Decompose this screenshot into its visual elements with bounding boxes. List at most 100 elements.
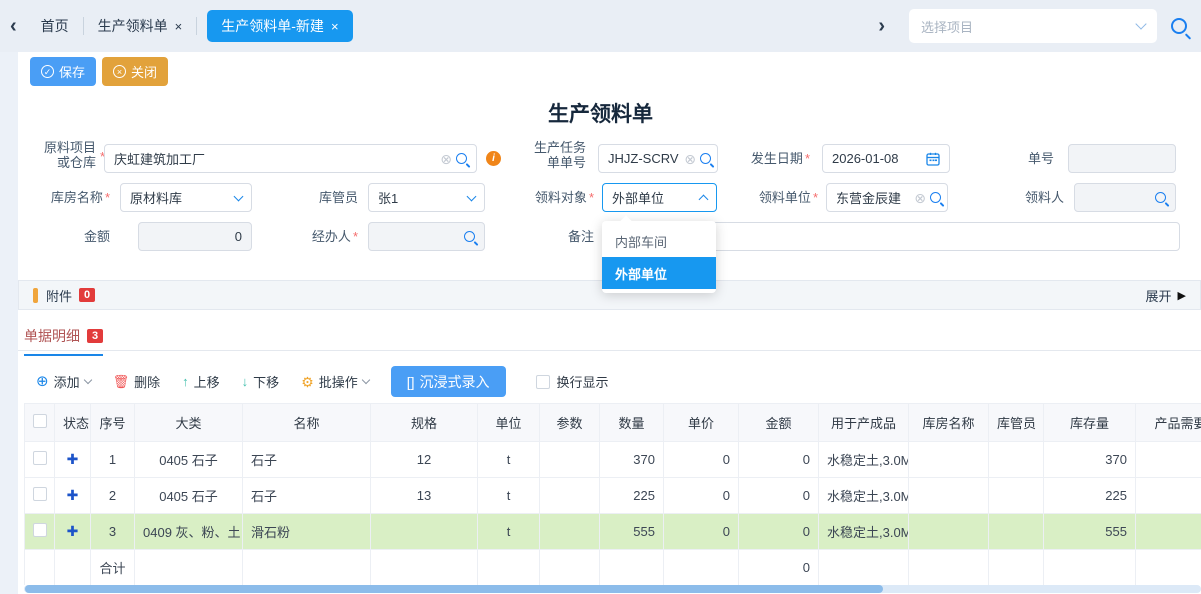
receiver-input[interactable] [1074, 183, 1176, 212]
search-icon[interactable] [1171, 18, 1187, 34]
col-seq: 序号 [91, 404, 135, 442]
tab-divider [196, 17, 197, 35]
warehouse-name-value: 原材料库 [130, 188, 182, 207]
col-need: 产品需要 [1136, 404, 1201, 442]
material-project-value: 庆虹建筑加工厂 [114, 149, 205, 168]
wrap-display-label: 换行显示 [557, 372, 609, 391]
label-material-project: * 原料项目 或仓库 [26, 140, 96, 170]
material-project-input[interactable]: 庆虹建筑加工厂 ⊗ [104, 144, 477, 173]
task-no-input[interactable]: JHJZ-SCRV ⊗ [598, 144, 718, 173]
expand-toggle[interactable]: 展开 ▶ [1146, 286, 1186, 305]
close-circle-icon: × [113, 65, 126, 78]
table-row[interactable]: ✚ 1 0405 石子 石子 12 t 370 0 0 水稳定土,3.0M 37… [25, 442, 1201, 478]
table-header-row: 状态 序号 大类 名称 规格 单位 参数 数量 单价 金额 用于产成品 库房名称… [25, 404, 1201, 442]
table-toolbar: ⊕ 添加 🗑 删除 ↑ 上移 ↓ 下移 ⚙ 批操作 [] 沉浸式录入 换行显示 [36, 366, 609, 397]
table-row-selected[interactable]: ✚ 3 0409 灰、粉、土 滑石粉 t 555 0 0 水稳定土,3.0M 5… [25, 514, 1201, 550]
detail-count-badge: 3 [87, 329, 103, 343]
tab-detail[interactable]: 单据明细 3 [24, 326, 103, 356]
clear-icon[interactable]: ⊗ [440, 152, 452, 166]
arrow-down-icon: ↓ [242, 374, 249, 389]
horizontal-scrollbar-thumb[interactable] [25, 585, 883, 593]
col-price: 单价 [664, 404, 739, 442]
calendar-icon[interactable] [926, 152, 940, 166]
left-edge-strip [0, 52, 18, 594]
search-icon[interactable] [930, 192, 941, 203]
save-button[interactable]: ✓ 保存 [30, 57, 96, 86]
move-up-button[interactable]: ↑ 上移 [182, 372, 220, 391]
row-checkbox[interactable] [33, 523, 47, 537]
project-select-placeholder: 选择项目 [921, 17, 973, 36]
gear-icon: ⚙ [301, 375, 314, 389]
label-warehouse-name: 库房名称 [28, 190, 110, 205]
date-input[interactable]: 2026-01-08 [822, 144, 950, 173]
date-value: 2026-01-08 [832, 151, 899, 166]
col-param: 参数 [540, 404, 600, 442]
add-button[interactable]: ⊕ 添加 [36, 372, 91, 391]
total-amount: 0 [739, 550, 819, 586]
receive-unit-value: 东营金辰建 [836, 188, 901, 207]
col-spec: 规格 [371, 404, 478, 442]
batch-ops-button[interactable]: ⚙ 批操作 [301, 372, 369, 391]
tab-home[interactable]: 首页 [27, 10, 83, 42]
trash-icon: 🗑 [113, 374, 130, 390]
warehouse-keeper-select[interactable]: 张1 [368, 183, 485, 212]
info-icon[interactable]: i [486, 151, 501, 166]
dropdown-option-external-selected[interactable]: 外部单位 [602, 257, 716, 289]
attachment-label: 附件 [46, 286, 72, 305]
close-button-label: 关闭 [131, 62, 157, 81]
search-icon[interactable] [464, 231, 475, 242]
row-checkbox[interactable] [33, 451, 47, 465]
search-icon[interactable] [456, 153, 467, 164]
row-status-plus-icon[interactable]: ✚ [55, 442, 91, 478]
tab-requisition-new-active[interactable]: 生产领料单-新建 × [207, 10, 352, 42]
search-icon[interactable] [1155, 192, 1166, 203]
table-row[interactable]: ✚ 2 0405 石子 石子 13 t 225 0 0 水稳定土,3.0M 22… [25, 478, 1201, 514]
horizontal-scrollbar-track[interactable] [24, 585, 1201, 593]
page-title: 生产领料单 [0, 98, 1201, 128]
dropdown-option-internal[interactable]: 内部车间 [602, 225, 716, 257]
search-icon[interactable] [700, 153, 711, 164]
col-status: 状态 [55, 404, 91, 442]
col-name: 名称 [243, 404, 371, 442]
receive-target-select[interactable]: 外部单位 [602, 183, 717, 212]
label-receiver: 领料人 [1012, 190, 1064, 205]
tabs-forward-icon[interactable]: › [868, 16, 895, 36]
label-amount: 金额 [58, 229, 110, 244]
row-status-plus-icon[interactable]: ✚ [55, 478, 91, 514]
task-no-value: JHJZ-SCRV [608, 151, 679, 166]
receive-target-value: 外部单位 [612, 188, 664, 207]
wrap-display-checkbox[interactable]: 换行显示 [536, 372, 609, 391]
row-checkbox[interactable] [33, 487, 47, 501]
warehouse-name-select[interactable]: 原材料库 [120, 183, 252, 212]
clear-icon[interactable]: ⊗ [684, 152, 696, 166]
top-tab-bar: ‹ 首页 生产领料单 × 生产领料单-新建 × › 选择项目 [0, 0, 1201, 52]
label-date: 发生日期 [742, 151, 810, 166]
tabs-back-icon[interactable]: ‹ [0, 16, 27, 36]
tab-detail-label: 单据明细 [24, 326, 80, 346]
receive-unit-input[interactable]: 东营金辰建 ⊗ [826, 183, 948, 212]
tab-close-icon[interactable]: × [175, 19, 183, 34]
col-product: 用于产成品 [819, 404, 909, 442]
attachment-count-badge: 0 [79, 288, 95, 302]
immersive-entry-button[interactable]: [] 沉浸式录入 [391, 366, 506, 397]
row-status-plus-icon[interactable]: ✚ [55, 514, 91, 550]
expand-arrow-icon: ▶ [1178, 289, 1186, 302]
tab-requisition-list[interactable]: 生产领料单 × [84, 10, 197, 42]
select-all-checkbox[interactable] [33, 414, 47, 428]
close-button[interactable]: × 关闭 [102, 57, 168, 86]
move-down-button[interactable]: ↓ 下移 [242, 372, 280, 391]
tab-home-label: 首页 [41, 16, 69, 36]
receive-target-dropdown: 内部车间 外部单位 [602, 221, 716, 293]
checkbox-icon[interactable] [536, 375, 550, 389]
check-circle-icon: ✓ [41, 65, 54, 78]
detail-table: 状态 序号 大类 名称 规格 单位 参数 数量 单价 金额 用于产成品 库房名称… [24, 403, 1201, 585]
handler-input[interactable] [368, 222, 485, 251]
project-select[interactable]: 选择项目 [909, 9, 1157, 43]
label-receive-target: 领料对象 [526, 190, 594, 205]
clear-icon[interactable]: ⊗ [914, 191, 926, 205]
col-unit: 单位 [478, 404, 540, 442]
plus-circle-icon: ⊕ [36, 374, 49, 389]
delete-button[interactable]: 🗑 删除 [113, 372, 161, 391]
tab-close-icon[interactable]: × [331, 19, 339, 34]
save-button-label: 保存 [59, 62, 85, 81]
